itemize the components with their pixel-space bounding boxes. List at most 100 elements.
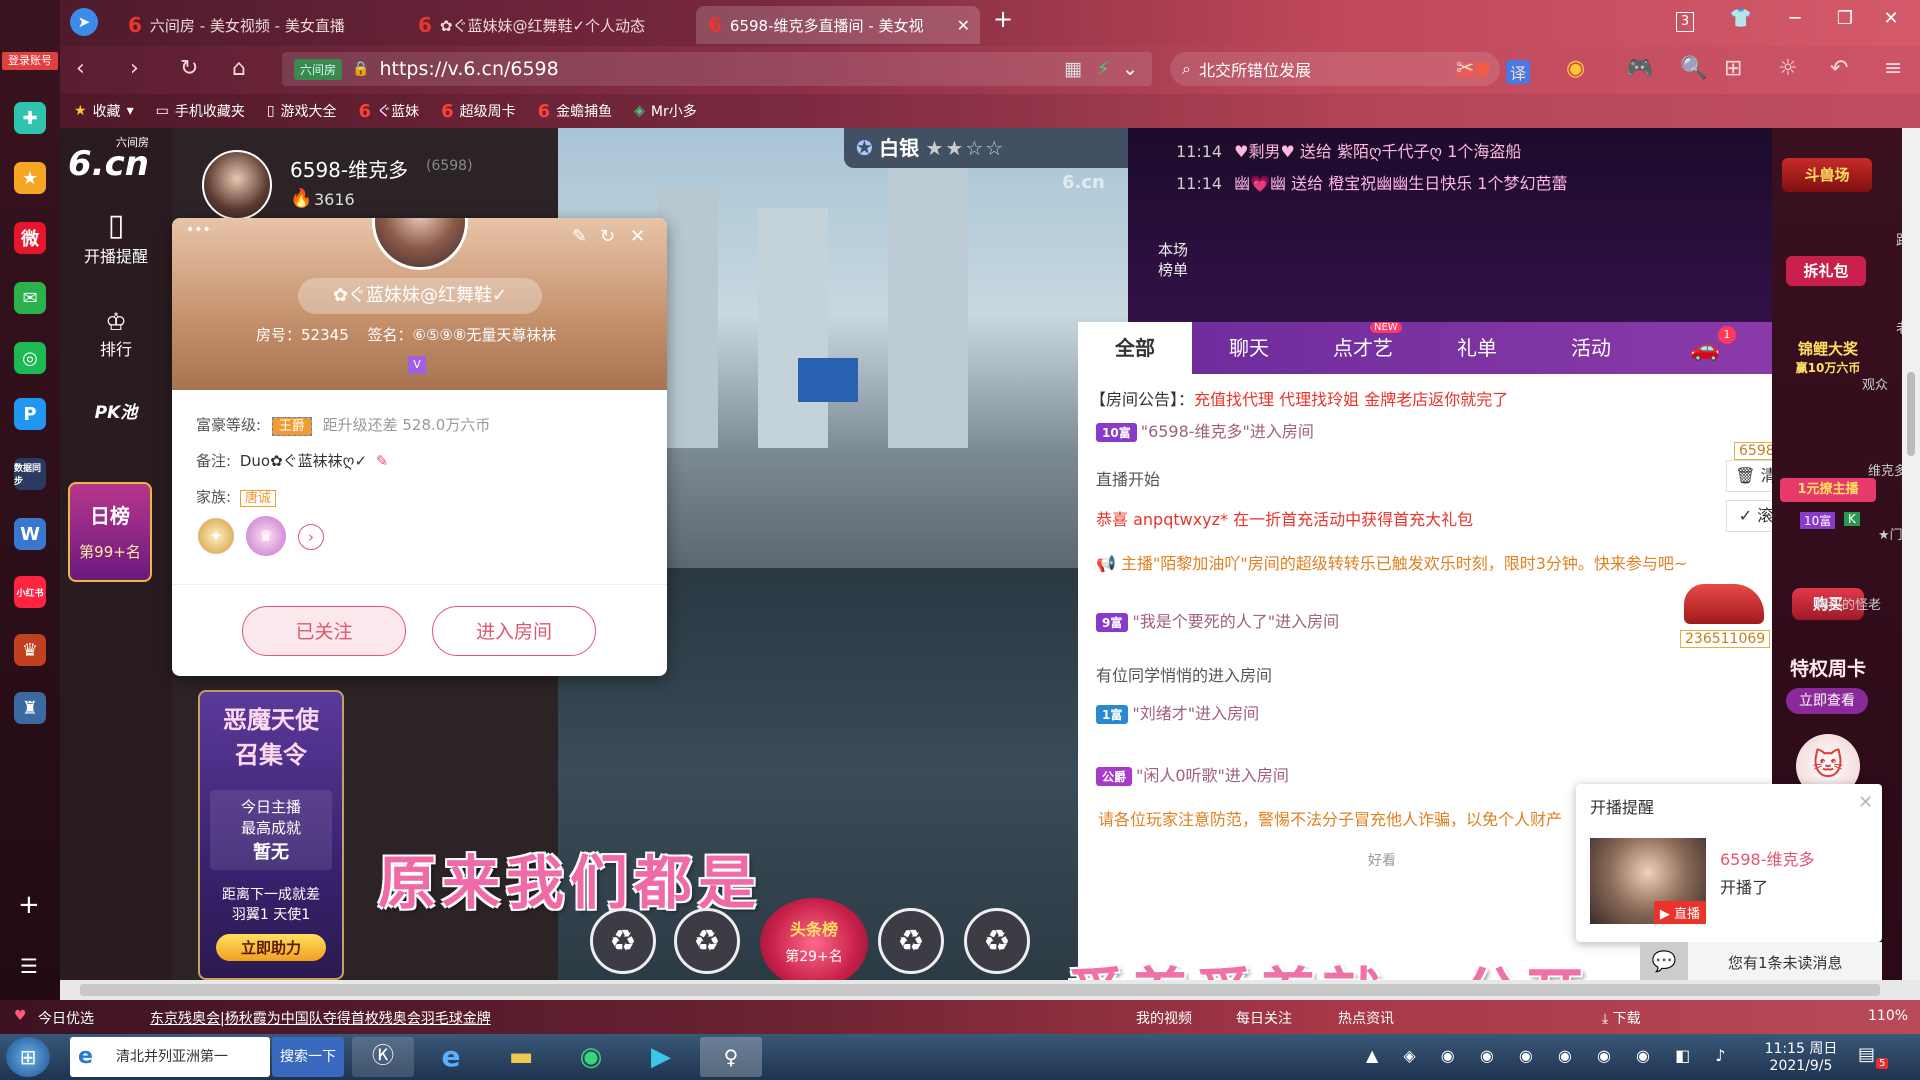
boost-button[interactable]: 立即助力	[216, 934, 326, 961]
bookmark-games[interactable]: ▯ 游戏大全	[267, 101, 337, 121]
ie-search-box[interactable]: e 清北并列亚洲第一	[70, 1037, 270, 1077]
more-menu-icon[interactable]: •••	[186, 222, 211, 238]
close-window-icon[interactable]: ✕	[1876, 8, 1906, 29]
followed-button[interactable]: 已关注	[242, 606, 406, 656]
ad-view-button[interactable]: 立即查看	[1786, 688, 1868, 714]
ie-taskbar-icon[interactable]: e	[420, 1037, 482, 1077]
browser360-icon[interactable]: ◉	[560, 1037, 622, 1077]
game-icon[interactable]: ♛	[14, 634, 46, 666]
mail-icon[interactable]: ✉	[14, 282, 46, 314]
scissors-icon[interactable]: ✂	[1456, 56, 1474, 81]
horizontal-scrollbar[interactable]	[60, 980, 1920, 1000]
promo-card[interactable]: 恶魔天使 召集令 今日主播 最高成就 暂无 距离下一成就差 羽翼1 天使1 立即…	[198, 690, 344, 980]
anchor-avatar[interactable]	[202, 150, 272, 220]
chevron-right-icon[interactable]: ›	[298, 524, 324, 550]
tab-6cn-home[interactable]: 6 六间房 - 美女视频 - 美女直播	[116, 6, 396, 44]
address-bar[interactable]: 六间房 🔒 https://v.6.cn/6598 ▦ ⚡ ⌄	[282, 52, 1152, 86]
folder-icon[interactable]: ▬	[490, 1037, 552, 1077]
url-text[interactable]: https://v.6.cn/6598	[379, 58, 558, 80]
my-videos[interactable]: 我的视频	[1136, 1008, 1192, 1028]
bookmark-mobile[interactable]: ▭ 手机收藏夹	[156, 101, 245, 121]
bookmark-fishing[interactable]: 6 金蟾捕鱼	[538, 101, 613, 122]
start-button[interactable]: ⊞	[6, 1037, 50, 1077]
scroll-thumb[interactable]	[1907, 372, 1915, 456]
board-label[interactable]: 本场榜单	[1158, 240, 1198, 280]
notify-name[interactable]: 6598-维克多	[1720, 846, 1815, 870]
live-reminder-nav[interactable]: ▯ 开播提醒	[60, 208, 172, 267]
tray-icons[interactable]: ▲ ◈ ◉ ◉ ◉ ◉ ◉ ◉ ◧ ♪	[1366, 1046, 1735, 1065]
close-tab-icon[interactable]: ✕	[957, 16, 970, 35]
active-app-icon[interactable]: ♀	[700, 1037, 762, 1077]
skin-icon[interactable]: 👕	[1726, 8, 1756, 29]
clear-screen-button[interactable]: 🗑 清屏	[1726, 460, 1772, 492]
translate-icon[interactable]: 译	[1506, 60, 1531, 84]
pinwheel-icon[interactable]: ✚	[14, 102, 46, 134]
new-tab-button[interactable]: +	[988, 5, 1018, 33]
back-icon[interactable]: ‹	[76, 56, 85, 81]
close-icon[interactable]: ✕	[630, 226, 645, 247]
bolt-icon[interactable]: ⚡	[1097, 58, 1110, 80]
download-icon[interactable]: ⤓ 下载	[1602, 1008, 1641, 1028]
game2-icon[interactable]: ♜	[14, 692, 46, 724]
login-button[interactable]: 登录账号	[2, 52, 58, 70]
restore-icon[interactable]: ❐	[1830, 8, 1860, 29]
edit-icon[interactable]: ✎	[572, 226, 587, 247]
sync-icon[interactable]: 数据同步	[14, 458, 46, 490]
bookmark-weekcard[interactable]: 6 超级周卡	[441, 101, 516, 122]
reload-icon[interactable]: ↻	[180, 56, 198, 81]
minimize-icon[interactable]: ─	[1780, 8, 1810, 29]
star-icon[interactable]: ★	[14, 162, 46, 194]
news-ticker[interactable]: 东京残奥会|杨秋霞为中国队夺得首枚残奥会羽毛球金牌	[150, 1008, 491, 1028]
seat-3-icon[interactable]: ♻	[878, 908, 944, 974]
notify-avatar[interactable]: ▶ 直播	[1590, 838, 1706, 924]
doc-icon[interactable]: W	[14, 518, 46, 550]
tab-chat[interactable]: 聊天	[1192, 322, 1306, 374]
zoom-level[interactable]: 110%	[1868, 1008, 1908, 1024]
site-logo[interactable]: 六间房 6.cn	[66, 134, 166, 184]
car-icon[interactable]: 🚗	[1648, 322, 1762, 374]
qr-icon[interactable]: ▦	[1064, 58, 1082, 80]
undo-icon[interactable]: ↶	[1830, 56, 1848, 81]
seat-2-icon[interactable]: ♻	[674, 908, 740, 974]
enter-room-button[interactable]: 进入房间	[432, 606, 596, 656]
seat-4-icon[interactable]: ♻	[964, 908, 1030, 974]
daily-follow[interactable]: 每日关注	[1236, 1008, 1292, 1028]
menu-icon[interactable]: ☰	[20, 954, 38, 978]
tab-activity[interactable]: 活动	[1534, 322, 1648, 374]
tab-live-room[interactable]: 6 6598-维克多直播间 - 美女视 ✕	[696, 6, 980, 44]
daily-rank-badge[interactable]: 日榜 第99+名	[68, 482, 152, 582]
add-icon[interactable]: +	[18, 890, 40, 920]
bookmark-favorites[interactable]: ★ 收藏 ▾	[74, 101, 134, 121]
kugou-icon[interactable]: Ⓚ	[352, 1037, 414, 1077]
search-button[interactable]: 搜索一下	[272, 1037, 344, 1077]
anchor-name[interactable]: 6598-维克多	[290, 154, 408, 183]
bookmark-lanmei[interactable]: 6 ぐ蓝妹	[359, 101, 420, 122]
hot-news[interactable]: 热点资讯	[1338, 1008, 1394, 1028]
dropdown-icon[interactable]: ⌄	[1122, 58, 1138, 80]
tab-profile[interactable]: 6 ✿ぐ蓝妹妹@红舞鞋✓个人动态	[406, 6, 686, 44]
unread-message-bar[interactable]: 💬 您有1条未读消息	[1640, 942, 1882, 980]
refresh-icon[interactable]: ↻	[600, 226, 615, 247]
today-picks[interactable]: 今日优选	[38, 1008, 94, 1028]
coin-icon[interactable]: ◉	[1566, 56, 1585, 81]
tab-count-button[interactable]: 3	[1676, 12, 1694, 32]
send-icon[interactable]: ➤	[70, 8, 98, 36]
chat-input-hint[interactable]: 好看	[1368, 850, 1396, 870]
tab-gift-list[interactable]: 礼单	[1420, 322, 1534, 374]
ad-1yuan[interactable]: 1元撩主播	[1780, 478, 1876, 502]
search-box[interactable]: ⌕ 北交所错位发展 热搜	[1170, 52, 1500, 86]
vertical-scrollbar[interactable]	[1902, 128, 1920, 980]
level-badge[interactable]: ✪ 白银 ★★☆☆	[844, 128, 1134, 168]
ad-weekcard[interactable]: 特权周卡	[1776, 654, 1880, 681]
home-icon[interactable]: ⌂	[232, 56, 246, 81]
ad-arena[interactable]: 斗兽场	[1782, 158, 1872, 192]
scroll-screen-button[interactable]: ✓ 滚屏	[1726, 500, 1772, 532]
ranking-nav[interactable]: ♔ 排行	[60, 308, 172, 360]
magnify-icon[interactable]: 🔍	[1680, 56, 1707, 81]
ad-gift-pack[interactable]: 拆礼包	[1786, 256, 1866, 286]
seat-1-icon[interactable]: ♻	[590, 908, 656, 974]
gamepad-icon[interactable]: 🎮	[1626, 56, 1653, 81]
clock[interactable]: 11:15 周日 2021/9/5	[1756, 1038, 1846, 1074]
bookmark-mrxiaoduo[interactable]: ◈ Mr小多	[634, 101, 697, 121]
ipad-icon[interactable]: P	[14, 398, 46, 430]
